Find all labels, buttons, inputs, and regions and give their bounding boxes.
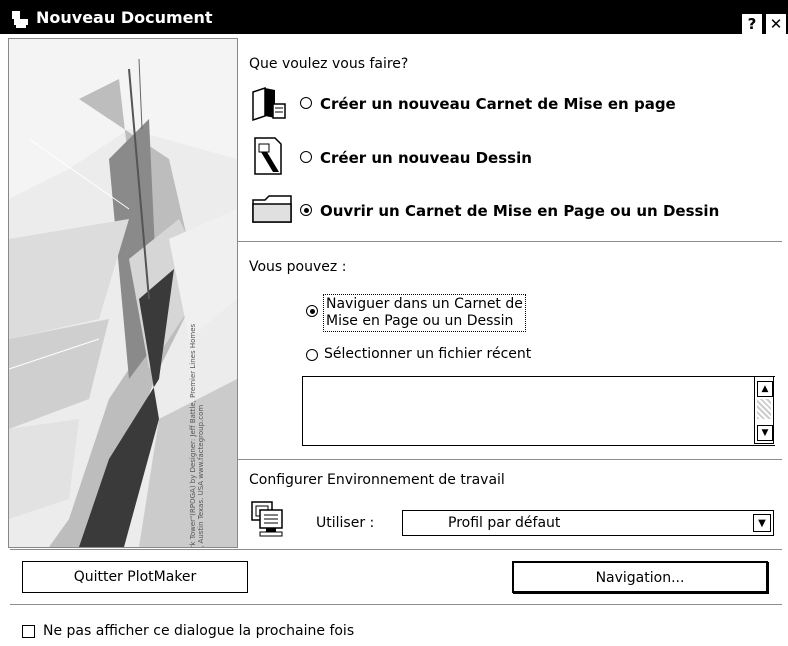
action-header: Que voulez vous faire? — [249, 56, 409, 72]
drawing-document-icon — [254, 137, 282, 175]
option-navigate-line1: Naviguer dans un Carnet de — [326, 296, 523, 312]
divider — [238, 241, 782, 243]
app-icon — [12, 11, 28, 28]
workstation-icon — [251, 501, 283, 537]
scroll-down-icon[interactable]: ▼ — [757, 425, 773, 441]
radio-new-drawing[interactable] — [300, 151, 312, 163]
close-button[interactable]: ✕ — [766, 14, 786, 34]
divider — [10, 604, 782, 606]
can-header: Vous pouvez : — [249, 259, 347, 275]
option-recent-file[interactable]: Sélectionner un fichier récent — [324, 346, 531, 362]
env-header: Configurer Environnement de travail — [249, 472, 505, 488]
layout-book-icon — [252, 86, 286, 122]
navigation-button[interactable]: Navigation... — [512, 561, 768, 593]
dont-show-checkbox[interactable] — [22, 625, 35, 638]
radio-new-layout-book[interactable] — [300, 97, 312, 109]
help-button[interactable]: ? — [742, 14, 762, 34]
quit-button[interactable]: Quitter PlotMaker — [22, 561, 248, 593]
radio-open-existing[interactable] — [300, 204, 312, 216]
option-new-layout-book[interactable]: Créer un nouveau Carnet de Mise en page — [320, 95, 676, 113]
title-bar: Nouveau Document ? ✕ — [0, 0, 788, 34]
option-navigate-line2: Mise en Page ou un Dessin — [326, 313, 514, 329]
chevron-down-icon[interactable]: ▼ — [753, 514, 771, 532]
option-navigate[interactable]: Naviguer dans un Carnet de Mise en Page … — [323, 294, 526, 332]
radio-recent-file[interactable] — [306, 349, 318, 361]
recent-files-list[interactable] — [302, 376, 775, 446]
window-title: Nouveau Document — [36, 8, 213, 27]
radio-navigate[interactable] — [306, 305, 318, 317]
option-new-drawing[interactable]: Créer un nouveau Dessin — [320, 149, 532, 167]
profile-select-value: Profil par défaut — [448, 515, 561, 531]
open-folder-icon — [252, 195, 292, 223]
scroll-track[interactable] — [757, 399, 771, 419]
divider — [238, 459, 782, 461]
profile-select[interactable]: Profil par défaut ▼ — [402, 510, 774, 536]
use-label: Utiliser : — [316, 515, 375, 531]
recent-files-scrollbar[interactable]: ▲ ▼ — [754, 376, 774, 444]
image-credit: "Tark Tower"(RPOGA) by Designer: Jeff Ba… — [189, 323, 205, 548]
dont-show-label[interactable]: Ne pas afficher ce dialogue la prochaine… — [43, 623, 354, 639]
scroll-up-icon[interactable]: ▲ — [757, 381, 773, 397]
side-illustration: "Tark Tower"(RPOGA) by Designer: Jeff Ba… — [8, 38, 238, 548]
divider — [10, 549, 782, 551]
option-open-existing[interactable]: Ouvrir un Carnet de Mise en Page ou un D… — [320, 202, 719, 220]
